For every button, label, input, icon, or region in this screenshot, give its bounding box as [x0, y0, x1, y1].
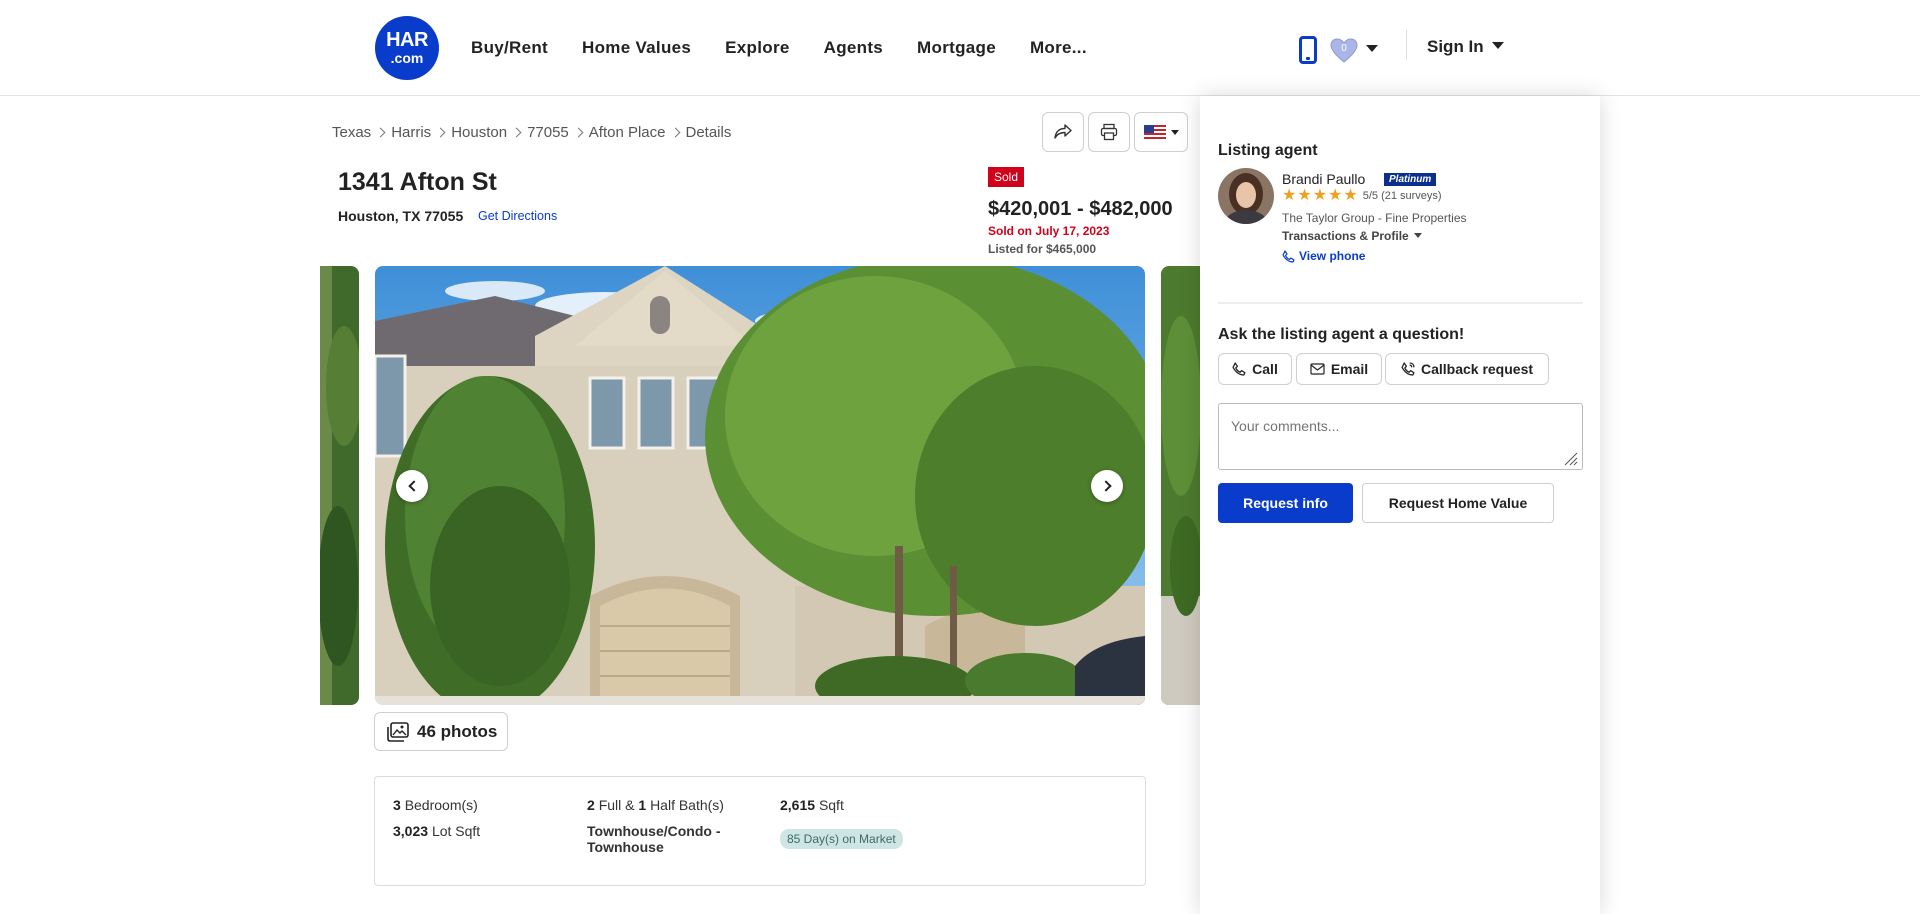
photos-count-label: 46 photos [417, 721, 498, 741]
chevron-down-icon[interactable] [1366, 45, 1378, 52]
star-icon: ★ [1312, 187, 1328, 204]
view-phone-label: View phone [1299, 249, 1366, 263]
days-on-market-badge: 85 Day(s) on Market [780, 829, 903, 849]
email-button[interactable]: Email [1296, 353, 1382, 385]
transactions-profile-dropdown[interactable]: Transactions & Profile [1282, 229, 1422, 243]
logo-text-bottom: .com [390, 50, 424, 66]
fact-lot-size: 3,023 Lot Sqft [393, 823, 481, 839]
har-logo[interactable]: HAR .com [375, 16, 439, 80]
agent-office: The Taylor Group - Fine Properties [1282, 211, 1467, 225]
status-badge: Sold [988, 167, 1025, 187]
phone-small-icon [1232, 362, 1246, 376]
gallery-icon [387, 721, 409, 742]
rating-text[interactable]: 5/5 (21 surveys) [1363, 190, 1442, 202]
chevron-right-icon [435, 127, 446, 138]
chevron-left-icon [407, 480, 420, 492]
sign-in-button[interactable]: Sign In [1427, 37, 1504, 57]
resize-grip-icon[interactable] [1562, 450, 1578, 466]
chevron-right-icon [670, 127, 680, 138]
breadcrumb-item-houston[interactable]: Houston [451, 124, 507, 141]
breadcrumb-item-harris[interactable]: Harris [391, 124, 431, 141]
breadcrumb-item-current: Details [685, 124, 732, 141]
callback-icon [1401, 362, 1415, 376]
price-range: $420,001 - $482,000 [988, 198, 1173, 220]
favorites-count: 0 [1341, 43, 1347, 54]
get-directions-link[interactable]: Get Directions [478, 209, 557, 223]
breadcrumb-item-texas[interactable]: Texas [332, 124, 371, 141]
callback-request-button[interactable]: Callback request [1385, 353, 1549, 385]
call-button[interactable]: Call [1218, 353, 1292, 385]
comments-field[interactable] [1218, 403, 1583, 470]
star-icon: ★ [1328, 187, 1343, 204]
chevron-right-icon [375, 127, 386, 138]
main-listing-photo[interactable] [375, 266, 1145, 705]
request-info-button[interactable]: Request info [1218, 483, 1353, 523]
fact-property-type: Townhouse/Condo - Townhouse [587, 823, 721, 855]
agent-name-link[interactable]: Brandi Paullo [1282, 171, 1365, 187]
nav-agents[interactable]: Agents [824, 38, 883, 58]
fact-square-feet: 2,615 Sqft [780, 797, 844, 813]
star-icon: ★ [1297, 187, 1312, 204]
breadcrumb-item-zip[interactable]: 77055 [527, 124, 569, 141]
nav-more[interactable]: More... [1030, 38, 1087, 58]
listed-price: Listed for $465,000 [988, 242, 1097, 256]
email-label: Email [1330, 361, 1369, 377]
callback-label: Callback request [1420, 361, 1534, 377]
agent-rating: ★ ★ ★ ★ ★ 5/5 (21 surveys) [1282, 188, 1442, 204]
star-icon: ★ [1343, 187, 1358, 204]
sign-in-label: Sign In [1427, 37, 1484, 56]
ask-agent-title: Ask the listing agent a question! [1218, 326, 1465, 343]
listing-agent-panel: Listing agent Brandi Paullo Platinum ★ ★… [1200, 96, 1600, 914]
panel-divider [1218, 302, 1583, 304]
previous-photo-preview[interactable] [320, 266, 359, 705]
nav-home-values[interactable]: Home Values [582, 38, 691, 58]
fact-bathrooms: 2 Full & 1 Half Bath(s) [587, 797, 724, 813]
nav-buy-rent[interactable]: Buy/Rent [471, 38, 548, 58]
panel-title: Listing agent [1218, 142, 1318, 159]
platinum-badge: Platinum [1384, 173, 1437, 186]
chevron-down-icon [1491, 42, 1504, 49]
view-phone-link[interactable]: View phone [1282, 249, 1365, 263]
us-flag-icon [1143, 125, 1166, 139]
top-navigation-bar: HAR .com Buy/Rent Home Values Explore Ag… [0, 0, 1920, 96]
next-photo-button[interactable] [1091, 470, 1123, 502]
request-home-value-button[interactable]: Request Home Value [1362, 483, 1554, 523]
language-selector[interactable] [1134, 112, 1188, 152]
logo-text-top: HAR [386, 29, 428, 51]
print-icon [1100, 123, 1118, 141]
transactions-label: Transactions & Profile [1282, 229, 1409, 243]
chevron-right-icon [511, 127, 522, 138]
sold-date: Sold on July 17, 2023 [988, 224, 1110, 238]
print-button[interactable] [1088, 112, 1130, 152]
chevron-down-icon [1413, 233, 1422, 238]
call-label: Call [1252, 361, 1278, 377]
listing-address: 1341 Afton St [338, 168, 497, 196]
previous-photo-button[interactable] [396, 470, 428, 502]
next-photo-preview[interactable] [1161, 266, 1200, 705]
nav-mortgage[interactable]: Mortgage [917, 38, 996, 58]
envelope-icon [1310, 363, 1325, 375]
all-photos-button[interactable]: 46 photos [374, 712, 508, 751]
chevron-right-icon [1099, 480, 1112, 492]
breadcrumb: Texas Harris Houston 77055 Afton Place D… [332, 124, 731, 141]
fact-bedrooms: 3 Bedroom(s) [393, 797, 478, 813]
agent-avatar[interactable] [1218, 168, 1274, 224]
breadcrumb-item-subdivision[interactable]: Afton Place [589, 124, 666, 141]
header-divider [1406, 30, 1407, 60]
listing-city-line: Houston, TX 77055 [338, 208, 464, 224]
phone-icon[interactable] [1299, 36, 1317, 64]
chevron-down-icon [1170, 129, 1179, 135]
phone-small-icon [1282, 249, 1295, 263]
share-icon [1054, 124, 1072, 139]
nav-explore[interactable]: Explore [725, 38, 789, 58]
property-facts: 3 Bedroom(s) 3,023 Lot Sqft 2 Full & 1 H… [374, 776, 1146, 886]
chevron-right-icon [573, 127, 584, 138]
share-button[interactable] [1042, 112, 1084, 152]
star-icon: ★ [1282, 187, 1297, 204]
main-nav: Buy/Rent Home Values Explore Agents Mort… [471, 38, 1087, 58]
